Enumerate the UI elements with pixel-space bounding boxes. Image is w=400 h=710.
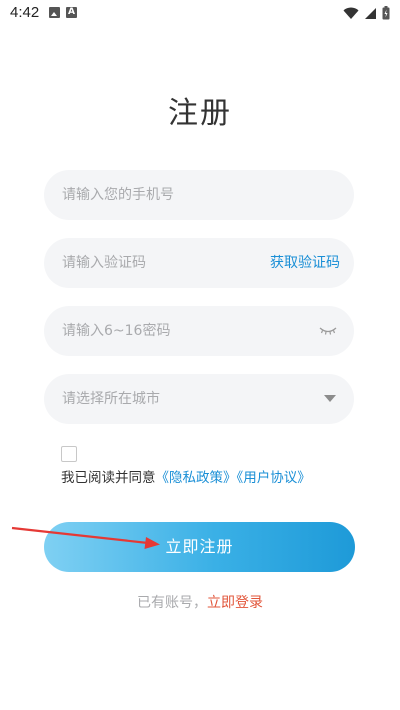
status-bar: 4:42 A bbox=[0, 0, 400, 28]
status-right-icons bbox=[343, 6, 390, 20]
get-code-button[interactable]: 获取验证码 bbox=[270, 238, 340, 288]
photo-icon bbox=[49, 7, 60, 18]
annotation-arrow-icon bbox=[11, 526, 160, 549]
agree-checkbox[interactable] bbox=[61, 446, 77, 462]
login-link[interactable]: 立即登录 bbox=[207, 595, 263, 611]
status-time: 4:42 bbox=[10, 4, 40, 21]
city-placeholder: 请选择所在城市 bbox=[62, 391, 160, 407]
user-agreement-link[interactable]: 《用户协议》 bbox=[237, 470, 311, 486]
agreement-text: 我已阅读并同意《隐私政策》《用户协议》 bbox=[61, 466, 311, 486]
page-title: 注册 bbox=[168, 96, 232, 131]
phone-field[interactable]: 请输入您的手机号 bbox=[44, 170, 354, 220]
code-placeholder: 请输入验证码 bbox=[62, 255, 146, 271]
password-field[interactable]: 请输入6~16密码 bbox=[44, 306, 354, 356]
privacy-policy-link[interactable]: 《隐私政策》 bbox=[156, 470, 237, 486]
verification-code-field[interactable]: 请输入验证码 获取验证码 bbox=[44, 238, 354, 288]
wifi-icon bbox=[343, 7, 359, 19]
agreement-prefix: 我已阅读并同意 bbox=[61, 470, 156, 486]
phone-placeholder: 请输入您的手机号 bbox=[62, 187, 174, 203]
city-select[interactable]: 请选择所在城市 bbox=[44, 374, 354, 424]
has-account-text: 已有账号， bbox=[137, 595, 207, 611]
signal-icon bbox=[365, 7, 376, 19]
font-icon: A bbox=[66, 7, 77, 18]
dropdown-arrow-icon bbox=[324, 395, 336, 402]
login-prompt: 已有账号，立即登录 bbox=[0, 592, 400, 612]
eye-closed-icon[interactable] bbox=[318, 325, 338, 337]
status-left-icons: A bbox=[49, 7, 77, 18]
battery-icon bbox=[382, 6, 390, 20]
password-placeholder: 请输入6~16密码 bbox=[62, 323, 171, 339]
